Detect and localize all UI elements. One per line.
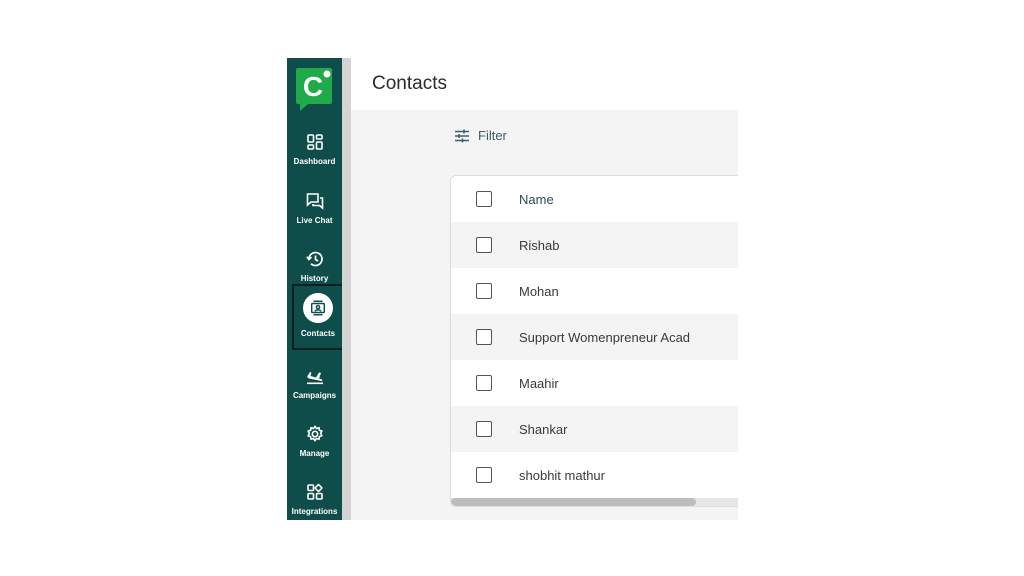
filter-icon	[455, 129, 469, 142]
sidebar: C Dashboard Live Chat History Contacts C…	[287, 58, 344, 520]
dashboard-icon	[306, 134, 323, 150]
app-logo[interactable]: C	[294, 66, 334, 112]
contact-name: shobhit mathur	[519, 467, 605, 483]
integrations-icon	[306, 483, 323, 500]
row-checkbox[interactable]	[476, 467, 492, 483]
table-row[interactable]: Support Womenpreneur Acad	[451, 314, 738, 360]
row-checkbox[interactable]	[476, 329, 492, 345]
campaign-icon	[306, 372, 323, 385]
table-row[interactable]: Mohan	[451, 268, 738, 314]
sidebar-item-label: Live Chat	[296, 216, 333, 225]
page-title: Contacts	[372, 73, 447, 94]
table-header-row: Name	[451, 176, 738, 222]
column-header-name[interactable]: Name	[519, 192, 554, 207]
filter-label: Filter	[478, 128, 507, 143]
history-icon	[305, 251, 323, 267]
sidebar-item-label: History	[300, 274, 329, 283]
horizontal-scrollbar[interactable]	[451, 498, 738, 506]
sidebar-item-label: Manage	[299, 449, 330, 458]
sidebar-item-dashboard[interactable]: Dashboard	[287, 126, 342, 180]
sidebar-item-contacts[interactable]: Contacts	[292, 284, 344, 350]
sidebar-item-label: Contacts	[300, 329, 336, 338]
row-checkbox[interactable]	[476, 237, 492, 253]
filter-button[interactable]: Filter	[454, 128, 507, 143]
chat-icon	[306, 193, 323, 210]
row-checkbox[interactable]	[476, 421, 492, 437]
sidebar-item-label: Campaigns	[292, 391, 337, 400]
sidebar-item-label: Integrations	[291, 507, 338, 516]
table-row[interactable]: Shankar	[451, 406, 738, 452]
row-checkbox[interactable]	[476, 283, 492, 299]
row-checkbox[interactable]	[476, 375, 492, 391]
contact-name: Support Womenpreneur Acad	[519, 329, 691, 345]
sidebar-scrollbar[interactable]	[342, 58, 351, 520]
sidebar-item-integrations[interactable]: Integrations	[287, 476, 342, 520]
contact-name: Maahir	[519, 375, 559, 391]
gear-icon	[306, 425, 323, 442]
select-all-checkbox[interactable]	[476, 191, 492, 207]
contacts-icon	[310, 300, 326, 316]
contacts-table: Name Rishab Mohan Support Womenpreneur A…	[450, 175, 738, 507]
sidebar-item-campaigns[interactable]: Campaigns	[287, 360, 342, 414]
table-row[interactable]: shobhit mathur	[451, 452, 738, 498]
sidebar-item-manage[interactable]: Manage	[287, 418, 342, 472]
active-indicator	[303, 293, 333, 323]
contact-name: Shankar	[519, 421, 568, 437]
sidebar-item-live-chat[interactable]: Live Chat	[287, 185, 342, 239]
main-content: Contacts Filter Name Rishab Mohan Suppor…	[351, 58, 738, 520]
table-row[interactable]: Rishab	[451, 222, 738, 268]
contact-name: Rishab	[519, 237, 560, 253]
scrollbar-thumb[interactable]	[451, 498, 696, 506]
sidebar-item-label: Dashboard	[293, 157, 336, 166]
app-window: C Dashboard Live Chat History Contacts C…	[287, 58, 738, 520]
contact-name: Mohan	[519, 283, 559, 299]
table-row[interactable]: Maahir	[451, 360, 738, 406]
